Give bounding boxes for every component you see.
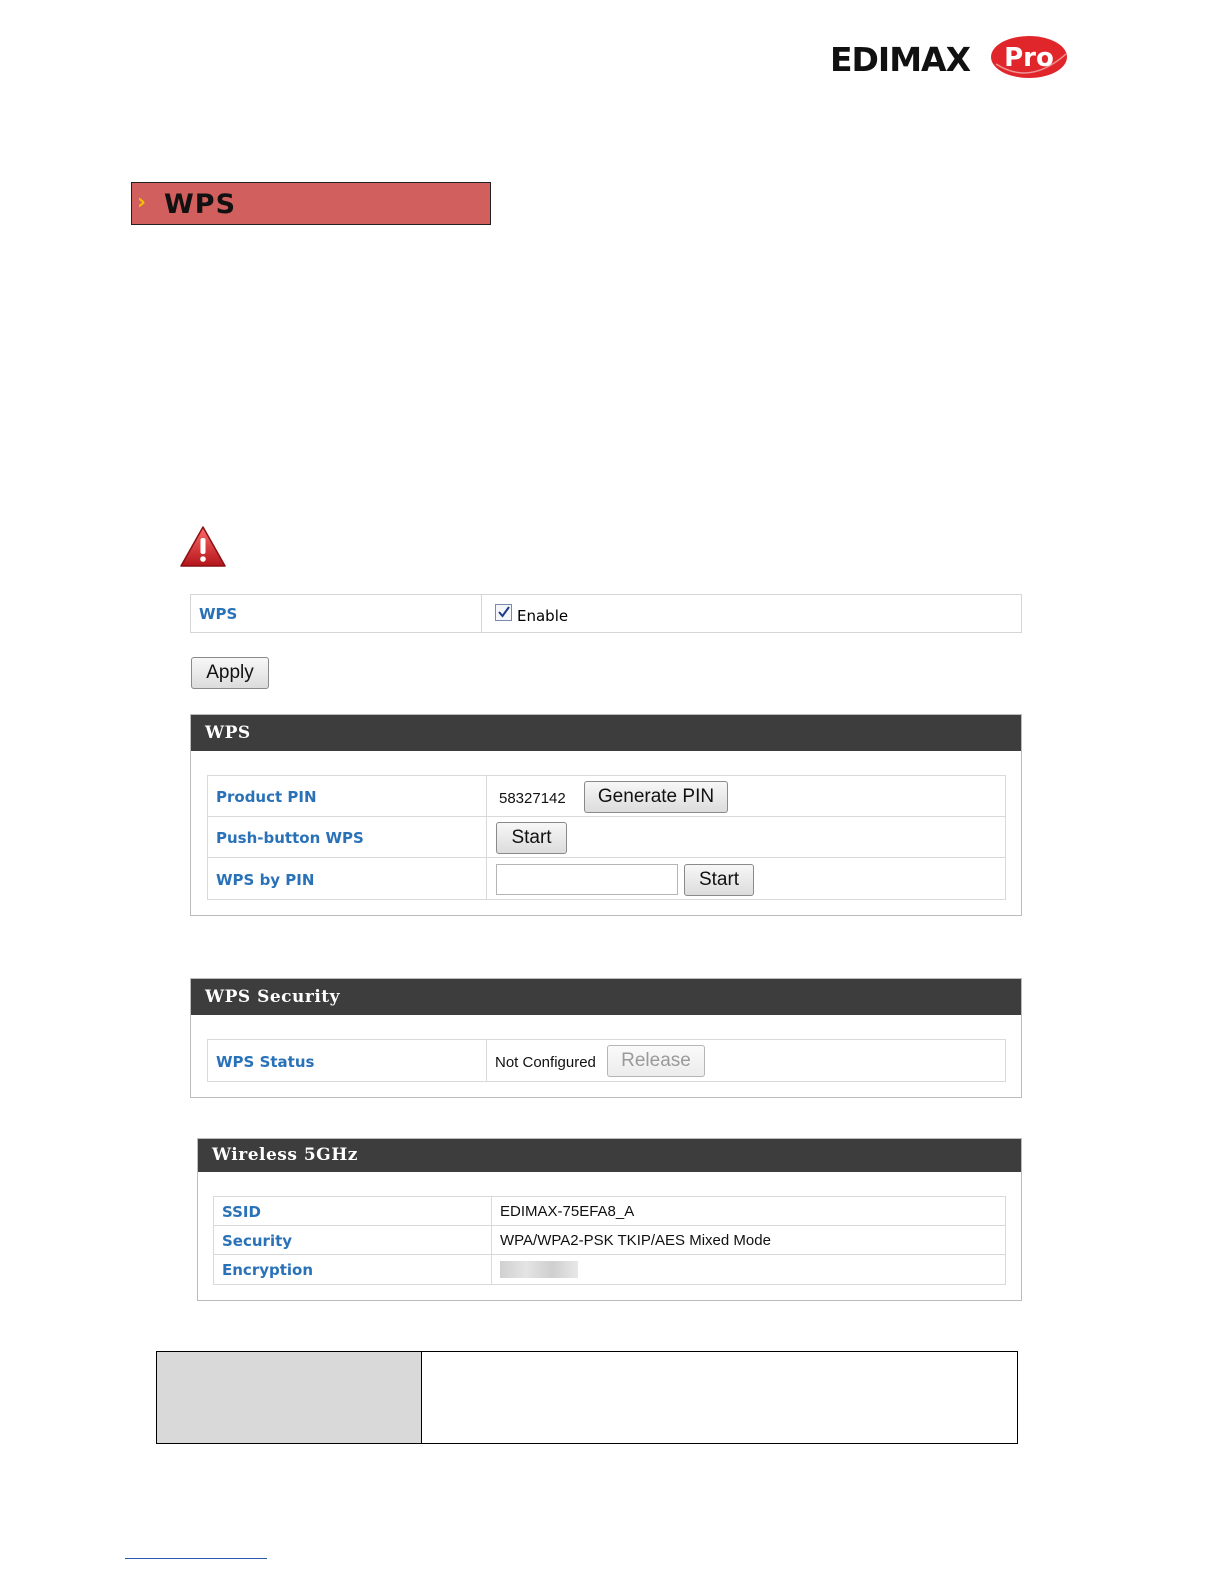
table-row: Encryption	[214, 1255, 1005, 1284]
wps-security-panel: WPS Security WPS Status Not Configured R…	[190, 978, 1022, 1098]
product-pin-label: Product PIN	[216, 788, 317, 806]
encryption-label: Encryption	[222, 1261, 314, 1279]
wps-enable-label: WPS	[199, 605, 238, 623]
wps-pin-input[interactable]	[496, 864, 678, 895]
generate-pin-button[interactable]: Generate PIN	[584, 781, 728, 813]
push-button-wps-label: Push-button WPS	[216, 829, 364, 847]
wps-panel-table: Product PIN 58327142 Generate PIN Push-b…	[207, 775, 1006, 900]
wireless-5ghz-table: SSID EDIMAX-75EFA8_A Security WPA/WPA2-P…	[213, 1196, 1006, 1285]
wps-enable-row: WPS Enable	[190, 594, 1022, 633]
table-row: Push-button WPS Start	[208, 817, 1005, 858]
ssid-label: SSID	[222, 1203, 261, 1221]
wps-security-panel-title: WPS Security	[191, 979, 1021, 1015]
wps-by-pin-start-button[interactable]: Start	[684, 864, 754, 896]
release-button[interactable]: Release	[607, 1045, 705, 1077]
logo-pro-badge: Pro	[990, 34, 1068, 80]
section-title: WPS	[164, 189, 237, 220]
warning-triangle-icon	[178, 524, 228, 570]
description-table-left-cell	[157, 1352, 422, 1443]
apply-button[interactable]: Apply	[191, 657, 269, 689]
wps-enable-label-cell: WPS	[191, 595, 482, 632]
wps-status-value: Not Configured	[495, 1054, 596, 1071]
push-button-start-button[interactable]: Start	[496, 822, 567, 854]
wps-enable-checkbox[interactable]	[495, 604, 512, 621]
wps-status-label: WPS Status	[216, 1053, 315, 1071]
security-value: WPA/WPA2-PSK TKIP/AES Mixed Mode	[500, 1232, 771, 1249]
wireless-5ghz-panel: Wireless 5GHz SSID EDIMAX-75EFA8_A Secur…	[197, 1138, 1022, 1301]
wps-security-table: WPS Status Not Configured Release	[207, 1039, 1006, 1082]
table-row: SSID EDIMAX-75EFA8_A	[214, 1197, 1005, 1226]
encryption-value-redacted	[500, 1261, 578, 1278]
edimax-pro-logo: EDIMAX Pro	[830, 34, 1070, 84]
footer-divider	[125, 1558, 267, 1559]
table-row: WPS by PIN Start	[208, 858, 1005, 899]
wireless-5ghz-panel-title: Wireless 5GHz	[198, 1139, 1021, 1172]
wps-enable-checkbox-label: Enable	[517, 607, 569, 625]
wps-panel-title: WPS	[191, 715, 1021, 751]
security-label: Security	[222, 1232, 293, 1250]
table-row: WPS Status Not Configured Release	[208, 1040, 1005, 1081]
wps-panel: WPS Product PIN 58327142 Generate PIN Pu…	[190, 714, 1022, 916]
product-pin-value: 58327142	[499, 790, 566, 807]
ssid-value: EDIMAX-75EFA8_A	[500, 1203, 635, 1220]
chevron-right-icon: ›	[137, 190, 147, 215]
section-heading-bar: › WPS	[131, 182, 491, 225]
logo-pro-text: Pro	[1004, 43, 1054, 73]
wps-by-pin-label: WPS by PIN	[216, 871, 315, 889]
table-row: Product PIN 58327142 Generate PIN	[208, 776, 1005, 817]
logo-brand-text: EDIMAX	[830, 40, 971, 79]
table-row: Security WPA/WPA2-PSK TKIP/AES Mixed Mod…	[214, 1226, 1005, 1255]
description-table	[156, 1351, 1018, 1444]
